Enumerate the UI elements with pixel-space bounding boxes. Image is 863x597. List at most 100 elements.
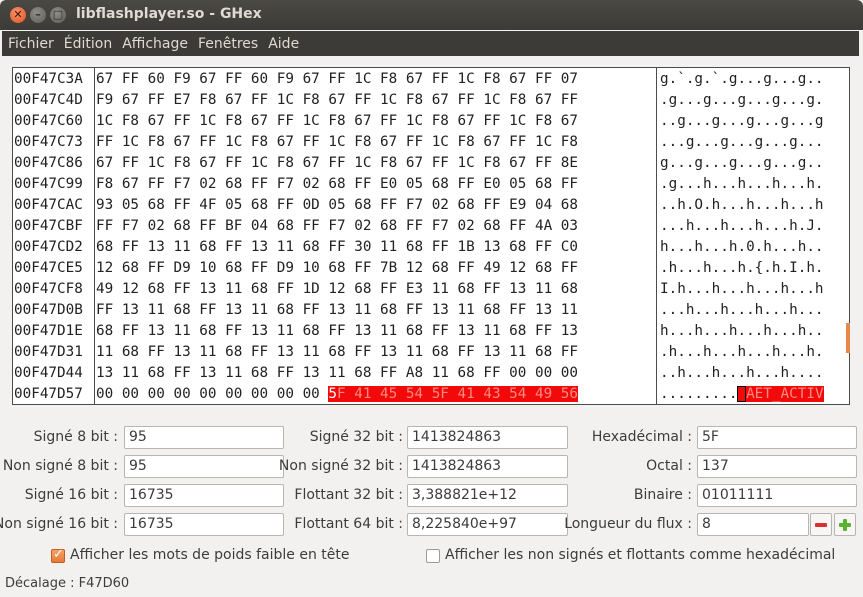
ascii-row[interactable]: ..h.O.h...h...h...h xyxy=(660,195,850,216)
ascii-row[interactable]: ..g...g...g...g...g xyxy=(660,111,850,132)
offset-row: 00F47D1E xyxy=(14,323,83,339)
hex-row[interactable]: FF F7 02 68 FF BF 04 68 FF F7 02 68 FF F… xyxy=(96,216,656,237)
unsigned-hex-checkbox[interactable] xyxy=(426,549,440,563)
offset-row: 00F47C73 xyxy=(14,134,83,150)
ascii-row[interactable]: g.`.g.`.g...g...g.. xyxy=(660,69,850,90)
signed-32-label: Signé 32 bit : xyxy=(309,429,403,445)
offset-row: 00F47C60 xyxy=(14,113,83,129)
signed-16-label: Signé 16 bit : xyxy=(24,487,118,503)
menu-fichier[interactable]: Fichier xyxy=(8,36,54,52)
little-endian-label[interactable]: Afficher les mots de poids faible en têt… xyxy=(70,547,350,563)
ascii-row[interactable]: ...h...h...h...h... xyxy=(660,300,850,321)
ascii-row[interactable]: g...g...g...g...g.. xyxy=(660,153,850,174)
hexadecimal-field[interactable]: 5F xyxy=(697,426,857,449)
ascii-row[interactable]: ...g...g...g...g... xyxy=(660,132,850,153)
hex-row[interactable]: 00 00 00 00 00 00 00 00 00 5F 41 45 54 5… xyxy=(96,384,656,404)
hex-row[interactable]: 68 FF 13 11 68 FF 13 11 68 FF 13 11 68 F… xyxy=(96,321,656,342)
hexadecimal-label: Hexadécimal : xyxy=(591,429,692,445)
octal-label: Octal : xyxy=(646,458,692,474)
octal-field[interactable]: 137 xyxy=(697,455,857,478)
unsigned-8-label: Non signé 8 bit : xyxy=(2,458,118,474)
float-64-label: Flottant 64 bit : xyxy=(294,516,403,532)
offset-column: 00F47C3A 00F47C4D 00F47C60 00F47C73 00F47C86… xyxy=(13,68,95,404)
ascii-column[interactable]: g.`.g.`.g...g...g.. .g...g...g...g...g...… xyxy=(658,68,850,404)
offset-row: 00F47CE5 xyxy=(14,260,83,276)
hex-row[interactable]: 11 68 FF 13 11 68 FF 13 11 68 FF 13 11 6… xyxy=(96,342,656,363)
hex-row[interactable]: 67 FF 60 F9 67 FF 60 F9 67 FF 1C F8 67 F… xyxy=(96,69,656,90)
hex-row[interactable]: FF 13 11 68 FF 13 11 68 FF 13 11 68 FF 1… xyxy=(96,300,656,321)
signed-16-field[interactable]: 16735 xyxy=(124,484,284,507)
minimize-icon[interactable]: – xyxy=(30,7,46,23)
ascii-row[interactable]: ...h...h...h...h.J. xyxy=(660,216,850,237)
hex-row[interactable]: F8 67 FF F7 02 68 FF F7 02 68 FF E0 05 6… xyxy=(96,174,656,195)
ascii-row[interactable]: .g...h...h...h...h. xyxy=(660,174,850,195)
ascii-row[interactable]: .g...g...g...g...g. xyxy=(660,90,850,111)
offset-row: 00F47D0B xyxy=(14,302,83,318)
hex-row[interactable]: 13 11 68 FF 13 11 68 FF 13 11 68 FF A8 1… xyxy=(96,363,656,384)
signed-32-field[interactable]: 1413824863 xyxy=(407,426,568,449)
plus-icon-vertical xyxy=(843,519,847,531)
unsigned-32-field[interactable]: 1413824863 xyxy=(407,455,568,478)
hex-row[interactable]: 93 05 68 FF 4F 05 68 FF 0D 05 68 FF F7 0… xyxy=(96,195,656,216)
menu-aide[interactable]: Aide xyxy=(268,36,299,52)
stream-length-label: Longueur du flux : xyxy=(564,516,692,532)
minus-icon xyxy=(815,523,827,527)
decrement-button[interactable] xyxy=(810,513,832,536)
menu-fenetres[interactable]: Fenêtres xyxy=(198,36,258,52)
hex-row[interactable]: 1C F8 67 FF 1C F8 67 FF 1C F8 67 FF 1C F… xyxy=(96,111,656,132)
offset-row: 00F47C86 xyxy=(14,155,83,171)
offset-row: 00F47C99 xyxy=(14,176,83,192)
unsigned-16-label: Non signé 16 bit : xyxy=(0,516,118,532)
float-64-field[interactable]: 8,225840e+97 xyxy=(407,513,568,536)
menu-affichage[interactable]: Affichage xyxy=(122,36,188,52)
float-32-label: Flottant 32 bit : xyxy=(294,487,403,503)
signed-8-field[interactable]: 95 xyxy=(124,426,284,449)
status-offset: Décalage : F47D60 xyxy=(5,576,130,591)
offset-row: 00F47C3A xyxy=(14,71,83,87)
title-bar: ✕ – □ libflashplayer.so - GHex xyxy=(0,0,863,30)
float-32-field[interactable]: 3,388821e+12 xyxy=(407,484,568,507)
stream-length-field[interactable]: 8 xyxy=(697,513,809,536)
binary-field[interactable]: 01011111 xyxy=(697,484,857,507)
hex-row[interactable]: F9 67 FF E7 F8 67 FF 1C F8 67 FF 1C F8 6… xyxy=(96,90,656,111)
signed-8-label: Signé 8 bit : xyxy=(33,429,118,445)
ascii-row[interactable]: ..h...h...h...h.... xyxy=(660,363,850,384)
unsigned-8-field[interactable]: 95 xyxy=(124,455,284,478)
ascii-row[interactable]: .h...h...h.{.h.I.h. xyxy=(660,258,850,279)
offset-row: 00F47CAC xyxy=(14,197,83,213)
ascii-row[interactable]: ........._AET_ACTIV xyxy=(660,384,850,404)
ascii-row[interactable]: I.h...h...h...h...h xyxy=(660,279,850,300)
unsigned-16-field[interactable]: 16735 xyxy=(124,513,284,536)
selection-ascii[interactable]: AET_ACTIV xyxy=(746,386,824,402)
window-title: libflashplayer.so - GHex xyxy=(76,6,262,22)
hex-column[interactable]: 67 FF 60 F9 67 FF 60 F9 67 FF 1C F8 67 F… xyxy=(95,68,657,404)
scrollbar-thumb[interactable] xyxy=(846,323,850,353)
offset-row: 00F47D31 xyxy=(14,344,83,360)
increment-button[interactable] xyxy=(834,513,856,536)
little-endian-checkbox[interactable] xyxy=(51,547,65,563)
maximize-icon[interactable]: □ xyxy=(50,7,66,23)
offset-row: 00F47D44 xyxy=(14,365,83,381)
offset-row: 00F47CF8 xyxy=(14,281,83,297)
unsigned-hex-label[interactable]: Afficher les non signés et flottants com… xyxy=(445,547,835,563)
hex-row[interactable]: 12 68 FF D9 10 68 FF D9 10 68 FF 7B 12 6… xyxy=(96,258,656,279)
ascii-row[interactable]: h...h...h...h...h.. xyxy=(660,321,850,342)
unsigned-32-label: Non signé 32 bit : xyxy=(278,458,403,474)
menu-edition[interactable]: Édition xyxy=(64,36,112,52)
menu-bar: Fichier Édition Affichage Fenêtres Aide xyxy=(2,31,859,56)
selection-hex[interactable]: F 41 45 54 5F 41 43 54 49 56 xyxy=(337,386,579,402)
hex-row[interactable]: FF 1C F8 67 FF 1C F8 67 FF 1C F8 67 FF 1… xyxy=(96,132,656,153)
hex-row[interactable]: 68 FF 13 11 68 FF 13 11 68 FF 30 11 68 F… xyxy=(96,237,656,258)
hex-row[interactable]: 67 FF 1C F8 67 FF 1C F8 67 FF 1C F8 67 F… xyxy=(96,153,656,174)
binary-label: Binaire : xyxy=(633,487,692,503)
cursor-char[interactable]: _ xyxy=(737,386,747,402)
offset-row: 00F47CBF xyxy=(14,218,83,234)
ascii-row[interactable]: .h...h...h...h...h. xyxy=(660,342,850,363)
offset-row: 00F47CD2 xyxy=(14,239,83,255)
cursor-nibble[interactable]: 5 xyxy=(328,386,338,402)
hex-row[interactable]: 49 12 68 FF 13 11 68 FF 1D 12 68 FF E3 1… xyxy=(96,279,656,300)
ascii-row[interactable]: h...h...h.0.h...h.. xyxy=(660,237,850,258)
hex-view[interactable]: 00F47C3A 00F47C4D 00F47C60 00F47C73 00F47C86… xyxy=(12,67,850,405)
close-icon[interactable]: ✕ xyxy=(10,7,26,23)
offset-row: 00F47D57 xyxy=(14,386,83,402)
